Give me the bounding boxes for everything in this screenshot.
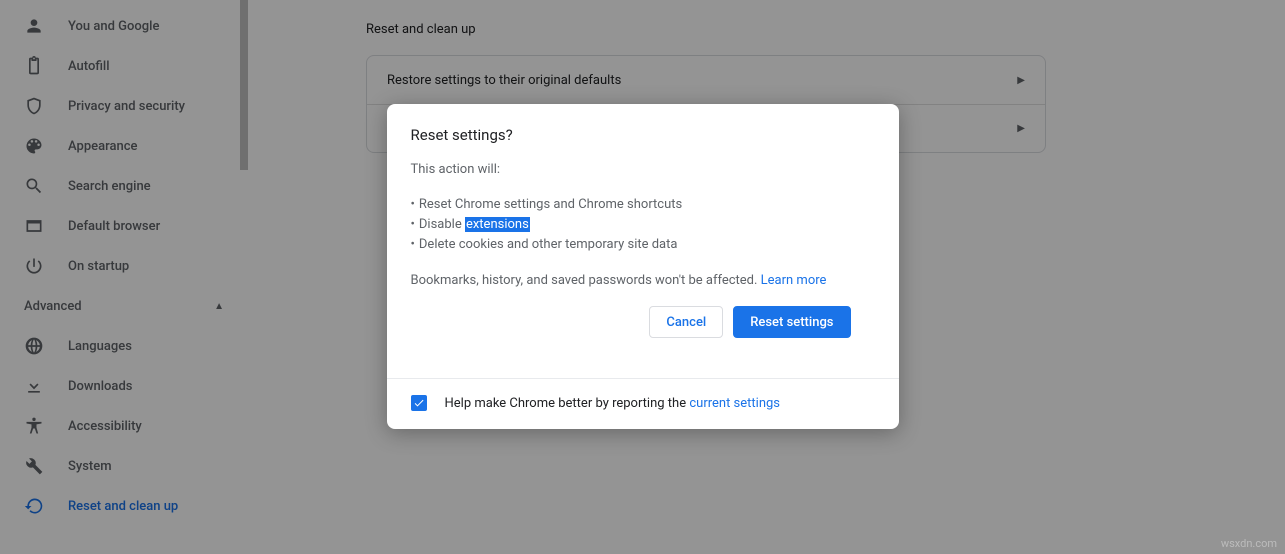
dialog-bullets: •Reset Chrome settings and Chrome shortc… (411, 195, 875, 255)
current-settings-link[interactable]: current settings (689, 396, 780, 411)
dialog-title: Reset settings? (411, 126, 875, 144)
reset-settings-dialog: Reset settings? This action will: •Reset… (387, 104, 899, 429)
reset-settings-button[interactable]: Reset settings (733, 306, 850, 338)
watermark: wsxdn.com (1221, 537, 1277, 550)
cancel-button[interactable]: Cancel (649, 306, 723, 338)
bullet-2-prefix: Disable (419, 217, 465, 232)
report-checkbox[interactable] (411, 395, 427, 411)
note-text: Bookmarks, history, and saved passwords … (411, 273, 761, 288)
modal-overlay[interactable]: Reset settings? This action will: •Reset… (0, 0, 1285, 554)
footer-text: Help make Chrome better by reporting the (445, 396, 690, 411)
dialog-note: Bookmarks, history, and saved passwords … (411, 273, 875, 288)
bullet-2-highlight: extensions (465, 217, 530, 232)
dialog-footer: Help make Chrome better by reporting the… (387, 378, 899, 429)
bullet-1: Reset Chrome settings and Chrome shortcu… (419, 195, 682, 215)
learn-more-link[interactable]: Learn more (761, 273, 827, 288)
bullet-3: Delete cookies and other temporary site … (419, 235, 678, 255)
dialog-intro: This action will: (411, 162, 875, 177)
